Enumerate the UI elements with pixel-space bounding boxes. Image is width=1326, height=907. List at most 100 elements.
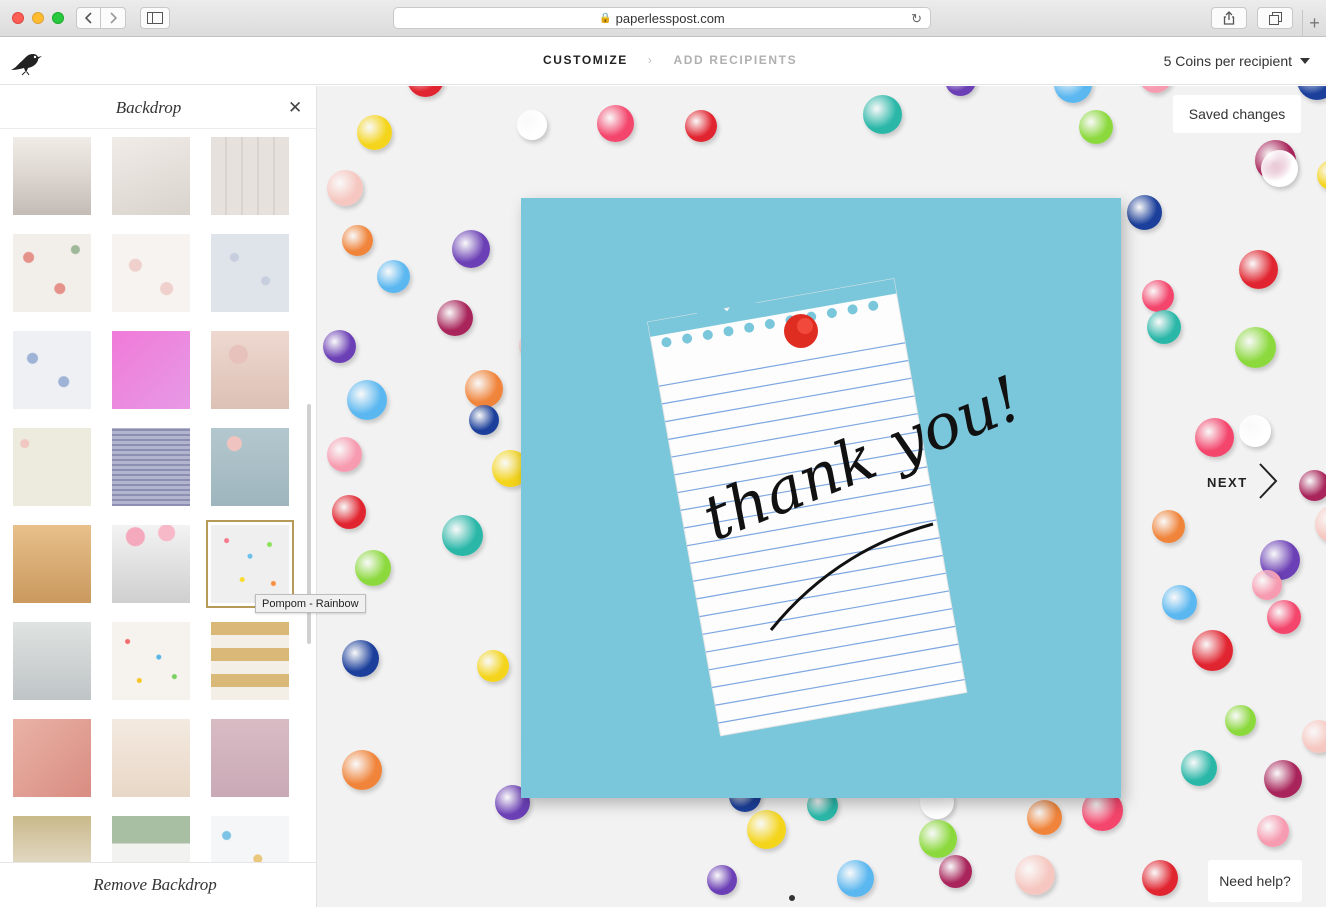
coins-label: 5 Coins per recipient bbox=[1163, 53, 1292, 69]
pompom-decoration bbox=[1195, 418, 1234, 457]
backdrop-thumbnail[interactable] bbox=[13, 622, 91, 700]
backdrop-thumbnail[interactable] bbox=[211, 234, 289, 312]
backdrop-thumbnail[interactable] bbox=[211, 719, 289, 797]
new-tab-button[interactable]: + bbox=[1302, 10, 1326, 37]
pompom-decoration bbox=[327, 437, 362, 472]
browser-chrome: 🔒 paperlesspost.com ↻ + bbox=[0, 0, 1326, 37]
backdrop-thumbnail[interactable] bbox=[13, 816, 91, 862]
backdrop-thumbnail[interactable] bbox=[13, 719, 91, 797]
close-window-button[interactable] bbox=[12, 12, 24, 24]
step-add-recipients[interactable]: ADD RECIPIENTS bbox=[673, 53, 797, 67]
pompom-decoration bbox=[465, 370, 503, 408]
remove-backdrop-bar: Remove Backdrop bbox=[0, 862, 316, 907]
pompom-decoration bbox=[1315, 505, 1326, 543]
next-button-label[interactable]: NEXT bbox=[1207, 475, 1248, 490]
pompom-decoration bbox=[1225, 705, 1256, 736]
pompom-decoration bbox=[355, 550, 391, 586]
pompom-decoration bbox=[1235, 327, 1276, 368]
step-customize[interactable]: CUSTOMIZE bbox=[543, 53, 628, 67]
backdrop-thumbnail[interactable] bbox=[13, 234, 91, 312]
backdrop-thumbnail[interactable] bbox=[112, 234, 190, 312]
show-tabs-button[interactable] bbox=[1257, 7, 1293, 29]
backdrop-thumbnail[interactable] bbox=[112, 816, 190, 862]
close-icon[interactable]: ✕ bbox=[288, 98, 302, 118]
pompom-decoration bbox=[685, 110, 717, 142]
pompom-decoration bbox=[1181, 750, 1217, 786]
pompom-decoration bbox=[407, 86, 444, 97]
tabs-icon bbox=[1268, 11, 1282, 25]
pompom-decoration bbox=[452, 230, 490, 268]
coins-dropdown[interactable]: 5 Coins per recipient bbox=[1164, 53, 1310, 69]
pompom-decoration bbox=[342, 640, 379, 677]
progress-steps: CUSTOMIZE › ADD RECIPIENTS bbox=[543, 53, 797, 67]
backdrop-thumbnail[interactable] bbox=[211, 331, 289, 409]
pompom-decoration bbox=[939, 855, 972, 888]
chevron-right-icon: › bbox=[647, 53, 654, 67]
pompom-decoration bbox=[1015, 855, 1055, 895]
pompom-decoration bbox=[1264, 760, 1302, 798]
pompom-decoration bbox=[437, 300, 473, 336]
pompom-decoration bbox=[342, 750, 382, 790]
pompom-decoration bbox=[945, 86, 976, 96]
chevron-right-icon[interactable] bbox=[1257, 462, 1279, 500]
pompom-decoration bbox=[327, 170, 363, 206]
pompom-decoration bbox=[1127, 195, 1162, 230]
pompom-decoration bbox=[323, 330, 356, 363]
pompom-decoration bbox=[1139, 86, 1172, 93]
pompom-decoration bbox=[1192, 630, 1233, 671]
backdrop-thumbnail[interactable] bbox=[112, 719, 190, 797]
card-artwork: thank you! bbox=[647, 278, 1032, 737]
pompom-decoration bbox=[1297, 86, 1326, 100]
address-bar[interactable]: 🔒 paperlesspost.com ↻ bbox=[393, 7, 931, 29]
forward-button[interactable] bbox=[101, 7, 126, 29]
chevron-right-icon bbox=[110, 12, 117, 24]
reload-icon[interactable]: ↻ bbox=[911, 11, 922, 27]
share-icon bbox=[1223, 11, 1235, 25]
pompom-decoration bbox=[442, 515, 483, 556]
backdrop-thumbnail[interactable] bbox=[112, 525, 190, 603]
pompom-decoration bbox=[919, 820, 957, 858]
remove-backdrop-button[interactable]: Remove Backdrop bbox=[93, 875, 217, 895]
backdrop-thumbnail[interactable] bbox=[112, 331, 190, 409]
share-button[interactable] bbox=[1211, 7, 1247, 29]
pompom-decoration bbox=[1317, 160, 1326, 190]
need-help-button[interactable]: Need help? bbox=[1208, 860, 1302, 902]
pompom-decoration bbox=[747, 810, 786, 849]
backdrop-thumbnail[interactable] bbox=[211, 622, 289, 700]
backdrop-thumbnail[interactable] bbox=[13, 525, 91, 603]
pompom-decoration bbox=[1152, 510, 1185, 543]
minimize-window-button[interactable] bbox=[32, 12, 44, 24]
backdrop-thumbnail[interactable] bbox=[211, 428, 289, 506]
pompom-decoration bbox=[357, 115, 392, 150]
sidebar-icon bbox=[147, 12, 163, 24]
backdrop-thumbnail[interactable] bbox=[211, 816, 289, 862]
backdrop-thumbnail[interactable] bbox=[13, 428, 91, 506]
pompom-decoration bbox=[347, 380, 387, 420]
backdrop-thumbnail[interactable] bbox=[211, 137, 289, 215]
page-indicator-dot[interactable] bbox=[789, 895, 795, 901]
backdrop-thumbnail[interactable] bbox=[112, 622, 190, 700]
caret-down-icon bbox=[1300, 58, 1310, 64]
lock-icon: 🔒 bbox=[599, 12, 612, 24]
pompom-decoration bbox=[1142, 280, 1174, 312]
backdrop-thumbnail[interactable] bbox=[13, 331, 91, 409]
pompom-decoration bbox=[1147, 310, 1181, 344]
url-text: paperlesspost.com bbox=[615, 10, 725, 26]
card-preview[interactable]: thank you! bbox=[521, 198, 1121, 798]
paperless-post-logo-icon[interactable] bbox=[8, 46, 44, 76]
saved-changes-status: Saved changes bbox=[1173, 95, 1301, 133]
pompom-decoration bbox=[1299, 470, 1326, 501]
backdrop-thumbnail[interactable] bbox=[112, 137, 190, 215]
panel-title: Backdrop bbox=[115, 98, 182, 117]
preview-canvas: thank you! Saved changes NEXT Need help? bbox=[317, 86, 1326, 907]
backdrop-thumbnail[interactable] bbox=[206, 520, 294, 608]
pompom-decoration bbox=[1302, 720, 1326, 753]
sidebar-toggle-button[interactable] bbox=[140, 7, 170, 29]
zoom-window-button[interactable] bbox=[52, 12, 64, 24]
backdrop-thumbnail[interactable] bbox=[13, 137, 91, 215]
pompom-decoration bbox=[1257, 815, 1289, 847]
pompom-decoration bbox=[1252, 570, 1282, 600]
backdrop-thumbnail[interactable] bbox=[112, 428, 190, 506]
back-button[interactable] bbox=[76, 7, 101, 29]
pompom-decoration bbox=[1267, 600, 1301, 634]
